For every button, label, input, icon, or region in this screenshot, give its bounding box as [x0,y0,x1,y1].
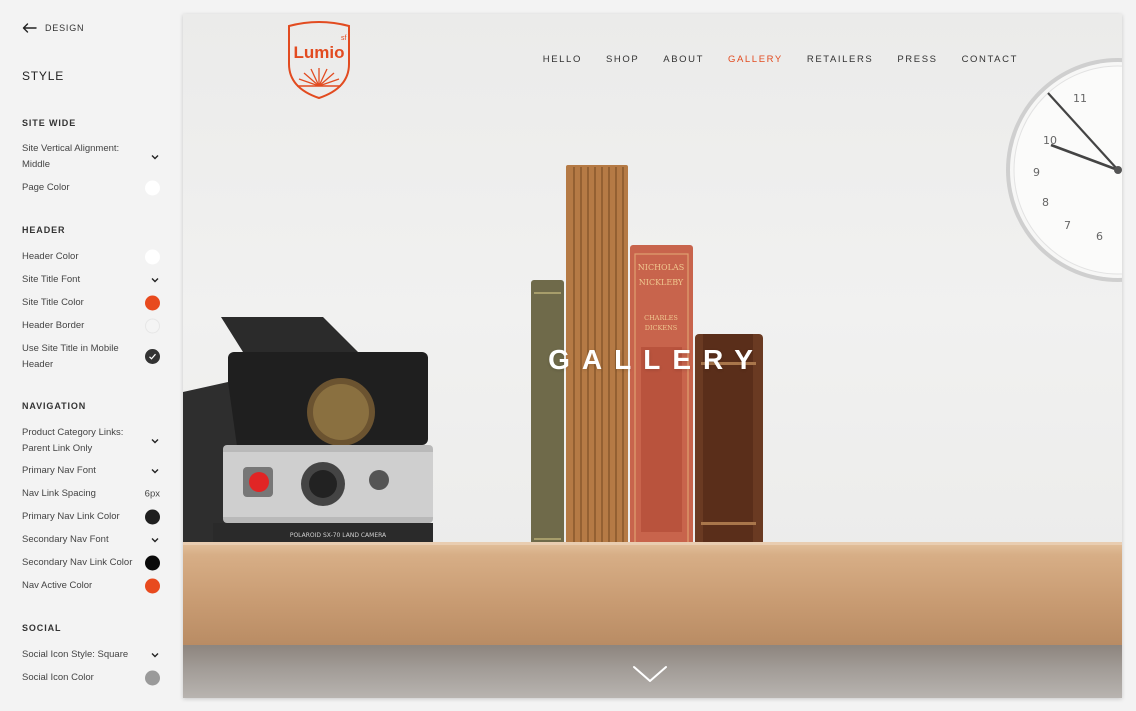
primary-nav-link-color-swatch[interactable] [145,509,160,525]
chevron-down-icon [151,468,159,474]
social-icon-style-row[interactable]: Social Icon Style: Square [22,647,160,663]
primary-nav-link-color-row[interactable]: Primary Nav Link Color [22,509,160,525]
nav-hello[interactable]: HELLO [543,54,582,65]
page-color-row[interactable]: Page Color [22,180,160,196]
social-icon-style-dropdown[interactable] [150,650,160,660]
product-category-links-label: Product Category Links: Parent Link Only [22,427,124,454]
back-to-design-button[interactable]: DESIGN [22,23,84,33]
arrow-left-icon [22,23,37,33]
nav-shop[interactable]: SHOP [606,54,639,65]
secondary-nav-link-color-label: Secondary Nav Link Color [22,557,133,568]
chevron-down-icon [151,537,159,543]
site-title-font-row[interactable]: Site Title Font [22,272,160,288]
chevron-down-icon [151,652,159,658]
site-vertical-alignment-dropdown[interactable] [150,152,160,162]
svg-text:6: 6 [1096,230,1103,243]
primary-nav-font-label: Primary Nav Font [22,465,96,476]
nav-link-spacing-row[interactable]: Nav Link Spacing 6px [22,486,160,502]
svg-text:sf: sf [341,35,347,42]
nav-contact[interactable]: CONTACT [962,54,1018,65]
checkmark-icon [149,353,156,360]
svg-text:8: 8 [1042,196,1049,209]
panel-title: STYLE [22,69,65,83]
social-icon-color-swatch[interactable] [145,670,160,686]
svg-text:NICKLEBY: NICKLEBY [639,278,684,287]
site-preview: 11 10 9 8 7 6 NICHOLAS NICKLEBY CHARLES … [183,14,1122,698]
social-icon-style-label: Social Icon Style: Square [22,649,129,660]
main-navigation: HELLO SHOP ABOUT GALLERY RETAILERS PRESS… [543,54,1018,65]
nav-link-spacing-label: Nav Link Spacing [22,488,96,499]
svg-text:NICHOLAS: NICHOLAS [638,263,684,272]
site-title-color-row[interactable]: Site Title Color [22,295,160,311]
nav-about[interactable]: ABOUT [663,54,704,65]
product-category-links-row[interactable]: Product Category Links: Parent Link Only [22,425,160,456]
site-title-font-dropdown[interactable] [150,275,160,285]
secondary-nav-font-dropdown[interactable] [150,535,160,545]
header-border-swatch[interactable] [145,318,160,334]
section-navigation: NAVIGATION [22,401,87,411]
use-site-title-mobile-checkbox[interactable] [145,349,160,364]
svg-text:7: 7 [1064,219,1071,232]
section-social: SOCIAL [22,623,62,633]
svg-text:9: 9 [1033,166,1040,179]
chevron-down-icon [151,154,159,159]
site-title-color-label: Site Title Color [22,297,84,308]
secondary-nav-link-color-swatch[interactable] [145,555,160,571]
use-site-title-mobile-label: Use Site Title in Mobile Header [22,343,119,370]
header-color-swatch[interactable] [145,249,160,265]
nav-active-color-row[interactable]: Nav Active Color [22,578,160,594]
svg-text:11: 11 [1073,92,1087,105]
site-title-font-label: Site Title Font [22,274,81,285]
nav-active-color-swatch[interactable] [145,578,160,594]
nav-retailers[interactable]: RETAILERS [807,54,874,65]
hero-title: GALLERY [548,344,765,375]
section-header: HEADER [22,225,66,235]
primary-nav-font-row[interactable]: Primary Nav Font [22,463,160,479]
header-border-row[interactable]: Header Border [22,318,160,334]
nav-press[interactable]: PRESS [897,54,937,65]
nav-active-color-label: Nav Active Color [22,580,93,591]
social-icon-color-label: Social Icon Color [22,672,94,683]
style-sidebar: DESIGN STYLE SITE WIDE Site Vertical Ali… [0,0,178,711]
svg-text:10: 10 [1043,134,1057,147]
product-category-links-dropdown[interactable] [150,436,160,446]
lumio-logo[interactable]: Lumio sf [283,20,355,100]
social-icon-color-row[interactable]: Social Icon Color [22,670,160,686]
site-vertical-alignment-label: Site Vertical Alignment: Middle [22,143,120,170]
secondary-nav-font-row[interactable]: Secondary Nav Font [22,532,160,548]
svg-text:CHARLES: CHARLES [644,314,678,322]
svg-text:Lumio: Lumio [294,43,345,62]
site-vertical-alignment-row[interactable]: Site Vertical Alignment: Middle [22,141,160,172]
nav-link-spacing-value[interactable]: 6px [145,486,160,502]
secondary-nav-font-label: Secondary Nav Font [22,534,109,545]
svg-text:POLAROID SX-70 LAND CAMERA: POLAROID SX-70 LAND CAMERA [290,532,387,539]
nav-gallery[interactable]: GALLERY [728,54,783,65]
primary-nav-font-dropdown[interactable] [150,466,160,476]
secondary-nav-link-color-row[interactable]: Secondary Nav Link Color [22,555,160,571]
primary-nav-link-color-label: Primary Nav Link Color [22,511,120,522]
back-label: DESIGN [45,23,85,33]
chevron-down-icon [151,277,159,283]
header-border-label: Header Border [22,320,85,331]
page-color-label: Page Color [22,182,70,193]
section-site-wide: SITE WIDE [22,118,77,128]
svg-text:DICKENS: DICKENS [645,324,678,332]
scroll-down-chevron-icon[interactable] [632,664,668,684]
header-color-row[interactable]: Header Color [22,249,160,265]
wooden-shelf [183,545,1122,645]
header-color-label: Header Color [22,251,79,262]
site-title-color-swatch[interactable] [145,295,160,311]
use-site-title-mobile-row[interactable]: Use Site Title in Mobile Header [22,341,160,372]
wall-clock-image: 11 10 9 8 7 6 [1006,58,1122,282]
page-color-swatch[interactable] [145,180,160,196]
chevron-down-icon [151,438,159,443]
